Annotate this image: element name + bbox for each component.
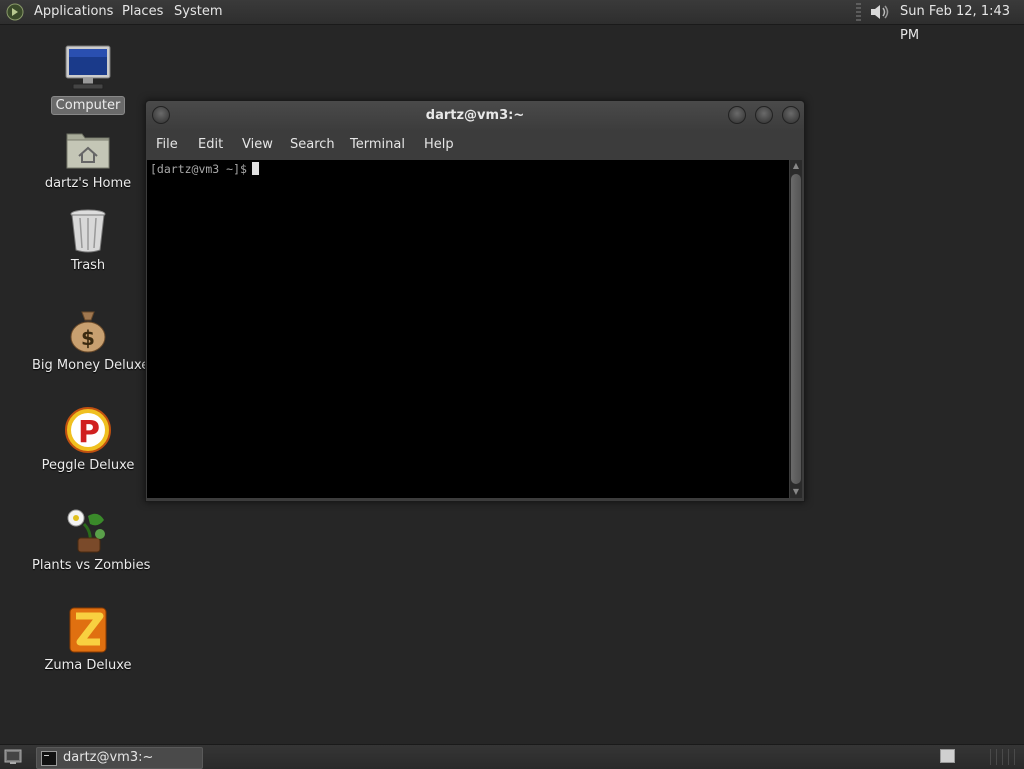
- terminal-icon: [41, 751, 57, 766]
- desktop-icon-computer[interactable]: Computer: [28, 44, 148, 115]
- applications-menu[interactable]: Applications: [34, 0, 113, 24]
- volume-icon[interactable]: [868, 2, 892, 22]
- show-desktop-icon[interactable]: [4, 748, 22, 765]
- zuma-icon: [69, 607, 107, 653]
- taskbar-button-label: dartz@vm3:~: [63, 750, 154, 765]
- clock[interactable]: Sun Feb 12, 1:43 PM: [900, 0, 1024, 43]
- desktop-icon-label: dartz's Home: [44, 176, 132, 191]
- desktop-icon-label: Peggle Deluxe: [41, 458, 135, 473]
- desktop-icon-label: Zuma Deluxe: [44, 658, 132, 673]
- menu-view[interactable]: View: [242, 131, 273, 159]
- system-menu[interactable]: System: [174, 0, 222, 24]
- menu-file[interactable]: File: [156, 131, 178, 159]
- places-menu[interactable]: Places: [122, 0, 163, 24]
- workspace-switcher[interactable]: [940, 749, 955, 763]
- bottom-panel: dartz@vm3:~: [0, 744, 1024, 769]
- terminal-prompt: [dartz@vm3 ~]$: [150, 162, 259, 176]
- desktop-icon-trash[interactable]: Trash: [28, 208, 148, 274]
- scrollbar-thumb[interactable]: [791, 174, 801, 484]
- window-title: dartz@vm3:~: [425, 108, 525, 123]
- desktop-icon-peggle[interactable]: P Peggle Deluxe: [28, 406, 148, 474]
- window-titlebar[interactable]: dartz@vm3:~: [146, 101, 804, 131]
- scroll-down-arrow-icon[interactable]: ▼: [790, 486, 802, 498]
- panel-separator: [856, 3, 861, 21]
- desktop-icon-big-money[interactable]: $ Big Money Deluxe: [28, 308, 149, 374]
- plants-vs-zombies-icon: [67, 509, 105, 553]
- computer-icon: [65, 45, 111, 90]
- menu-edit[interactable]: Edit: [198, 131, 223, 159]
- scroll-up-arrow-icon[interactable]: ▲: [790, 160, 802, 172]
- desktop-icon-home[interactable]: dartz's Home: [28, 128, 148, 192]
- home-folder-icon: [66, 133, 110, 169]
- desktop-icon-label: Plants vs Zombies: [32, 558, 151, 573]
- panel-handle: [990, 749, 1020, 765]
- text-cursor: [251, 162, 259, 175]
- svg-text:$: $: [81, 326, 95, 350]
- menu-search[interactable]: Search: [290, 131, 335, 159]
- trash-icon: [70, 209, 106, 253]
- prompt-text: [dartz@vm3 ~]$: [150, 162, 247, 176]
- money-bag-icon: $: [70, 311, 106, 353]
- menu-terminal[interactable]: Terminal: [350, 131, 405, 159]
- taskbar-button-terminal[interactable]: dartz@vm3:~: [36, 747, 203, 769]
- desktop-icon-zuma[interactable]: Zuma Deluxe: [28, 606, 148, 674]
- terminal-window[interactable]: dartz@vm3:~ File Edit View Search Termin…: [145, 100, 805, 502]
- terminal-menubar: File Edit View Search Terminal Help: [146, 131, 804, 159]
- top-panel: Applications Places System Sun Feb 12, 1…: [0, 0, 1024, 43]
- svg-text:P: P: [78, 415, 100, 450]
- desktop-icon-label: Computer: [50, 96, 126, 115]
- close-button[interactable]: [782, 106, 800, 124]
- scrollbar[interactable]: ▲ ▼: [790, 160, 802, 498]
- menu-help[interactable]: Help: [424, 131, 454, 159]
- maximize-button[interactable]: [755, 106, 773, 124]
- peggle-icon: P: [65, 407, 111, 453]
- foot-logo-icon[interactable]: [6, 3, 24, 21]
- desktop-icon-label: Trash: [70, 258, 106, 273]
- desktop-icon-label: Big Money Deluxe: [32, 358, 150, 373]
- terminal-output[interactable]: [dartz@vm3 ~]$: [147, 160, 789, 498]
- desktop-icon-plants-vs-zombies[interactable]: Plants vs Zombies: [28, 506, 150, 574]
- minimize-button[interactable]: [728, 106, 746, 124]
